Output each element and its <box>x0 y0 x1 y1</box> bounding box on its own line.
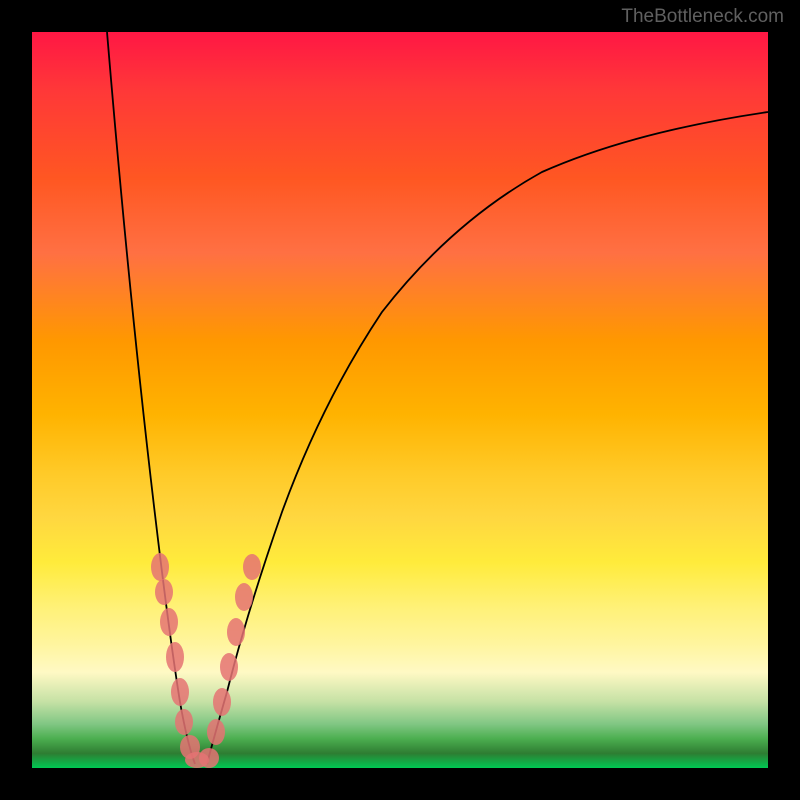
right-curve <box>207 112 768 764</box>
marker-point <box>227 618 245 646</box>
curve-group <box>107 32 768 764</box>
marker-point <box>207 719 225 745</box>
marker-point <box>199 748 219 768</box>
marker-point <box>155 579 173 605</box>
marker-point <box>175 709 193 735</box>
watermark-text: TheBottleneck.com <box>621 6 784 28</box>
marker-point <box>213 688 231 716</box>
chart-container: TheBottleneck.com <box>0 0 800 800</box>
marker-point <box>243 554 261 580</box>
marker-point <box>160 608 178 636</box>
marker-point <box>151 553 169 581</box>
marker-point <box>166 642 184 672</box>
marker-point <box>235 583 253 611</box>
marker-point <box>171 678 189 706</box>
marker-point <box>220 653 238 681</box>
markers-group <box>151 553 261 768</box>
chart-svg <box>32 32 768 768</box>
chart-plot-area <box>32 32 768 768</box>
